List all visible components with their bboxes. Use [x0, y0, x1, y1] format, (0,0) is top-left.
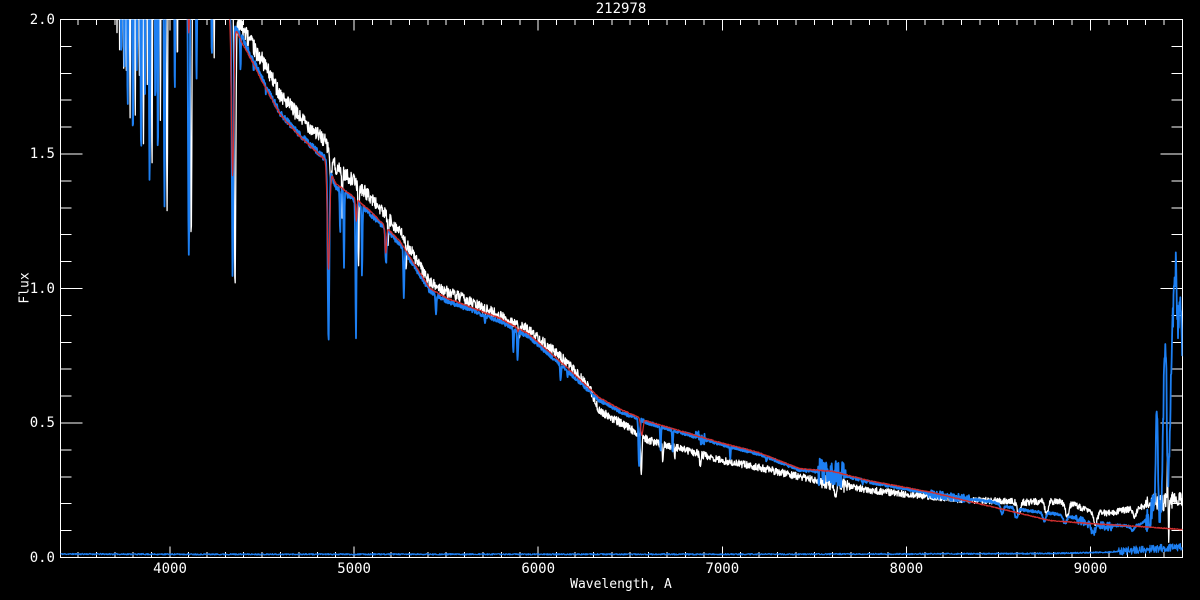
- x-tick-label: 7000: [705, 561, 740, 577]
- x-tick-label: 6000: [521, 561, 556, 577]
- y-tick-label: 0.5: [29, 415, 55, 431]
- chart-title: 212978: [595, 1, 647, 17]
- model-fit: [187, 19, 1183, 531]
- y-tick-label: 2.0: [29, 11, 55, 28]
- error-spectrum: [60, 542, 1183, 556]
- observed-spectrum: [116, 19, 1183, 543]
- template-spectrum: [119, 19, 1183, 536]
- y-tick-label: 1.0: [29, 280, 55, 297]
- x-axis-label: Wavelength, A: [570, 577, 672, 592]
- x-tick-label: 4000: [153, 561, 187, 577]
- x-tick-label: 9000: [1073, 561, 1108, 577]
- x-tick-label: 5000: [337, 561, 371, 577]
- y-tick-label: 0.0: [29, 549, 55, 566]
- y-tick-label: 1.5: [29, 146, 55, 162]
- spectrum-chart-canvas: [60, 19, 1183, 558]
- x-tick-label: 8000: [889, 561, 924, 577]
- spectrum-plot-window: 212978 Wavelength, A Flux 4000 5000 6000 70…: [0, 0, 1200, 600]
